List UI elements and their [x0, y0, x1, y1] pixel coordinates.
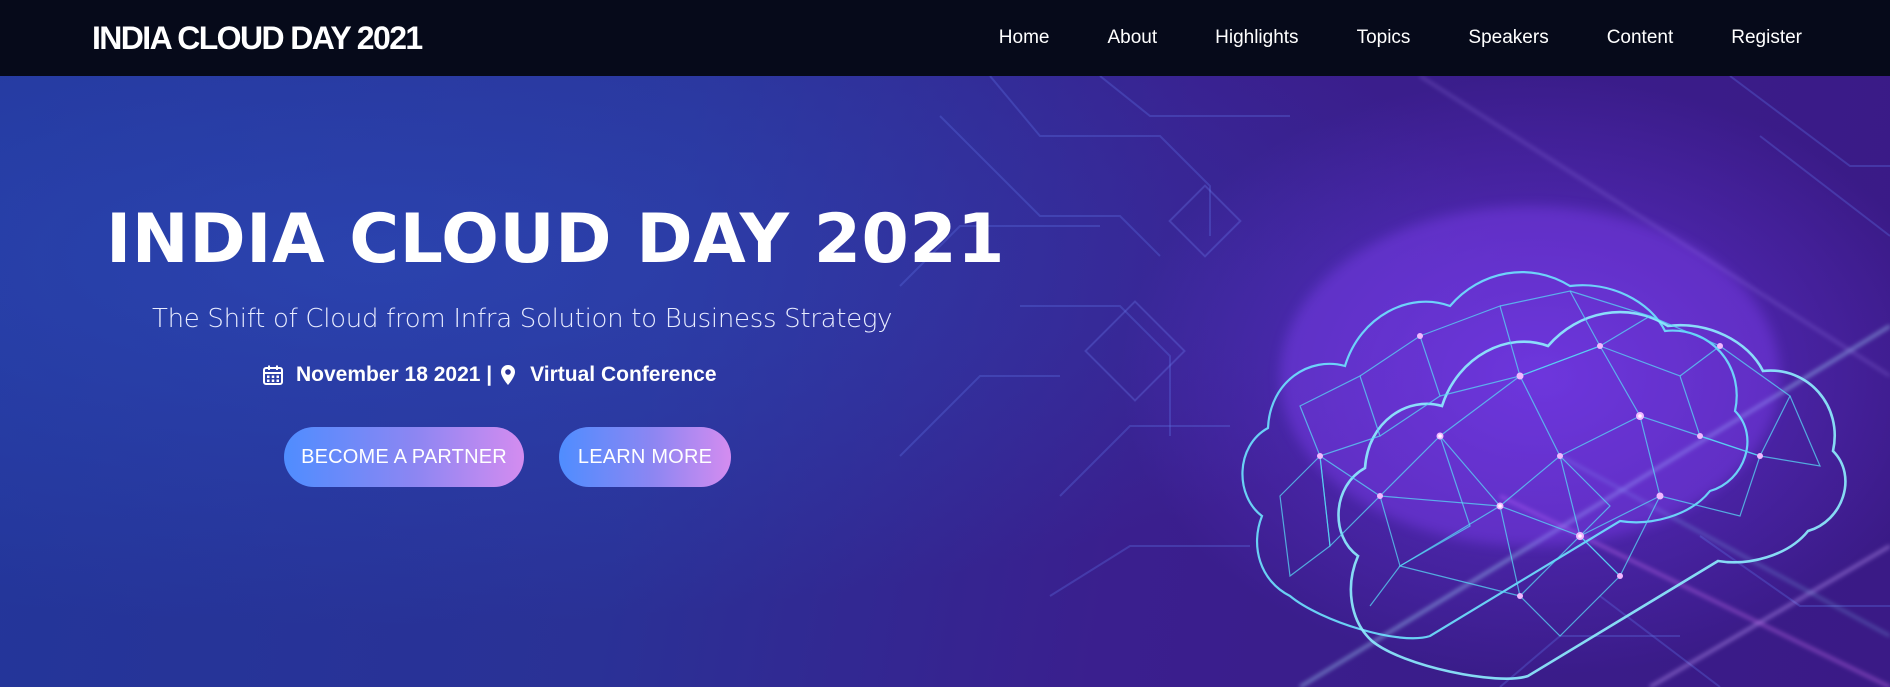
hero-content: INDIA CLOUD DAY 2021 The Shift of Cloud …: [0, 76, 1010, 687]
nav-topics[interactable]: Topics: [1357, 27, 1411, 49]
event-date: November 18 2021 |: [296, 363, 493, 386]
nav-highlights[interactable]: Highlights: [1215, 27, 1298, 49]
calendar-icon: [262, 364, 284, 386]
brand-logo[interactable]: INDIA CLOUD DAY 2021: [92, 18, 423, 58]
hero-banner: INDIA CLOUD DAY 2021 The Shift of Cloud …: [0, 76, 1890, 687]
nav-content[interactable]: Content: [1607, 27, 1674, 49]
hero-title: INDIA CLOUD DAY 2021: [106, 200, 1005, 279]
map-pin-icon: [500, 364, 516, 386]
main-nav: Home About Highlights Topics Speakers Co…: [999, 0, 1802, 76]
event-location: Virtual Conference: [530, 363, 717, 386]
nav-speakers[interactable]: Speakers: [1468, 27, 1548, 49]
nav-about[interactable]: About: [1107, 27, 1157, 49]
nav-home[interactable]: Home: [999, 27, 1050, 49]
nav-register[interactable]: Register: [1731, 27, 1802, 49]
hero-subtitle: The Shift of Cloud from Infra Solution t…: [152, 304, 893, 334]
top-navbar: INDIA CLOUD DAY 2021 Home About Highligh…: [0, 0, 1890, 76]
page: INDIA CLOUD DAY 2021 Home About Highligh…: [0, 0, 1890, 687]
become-partner-button[interactable]: BECOME A PARTNER: [284, 427, 524, 487]
event-meta: November 18 2021 | Virtual Conference: [262, 363, 717, 387]
learn-more-button[interactable]: LEARN MORE: [559, 427, 731, 487]
